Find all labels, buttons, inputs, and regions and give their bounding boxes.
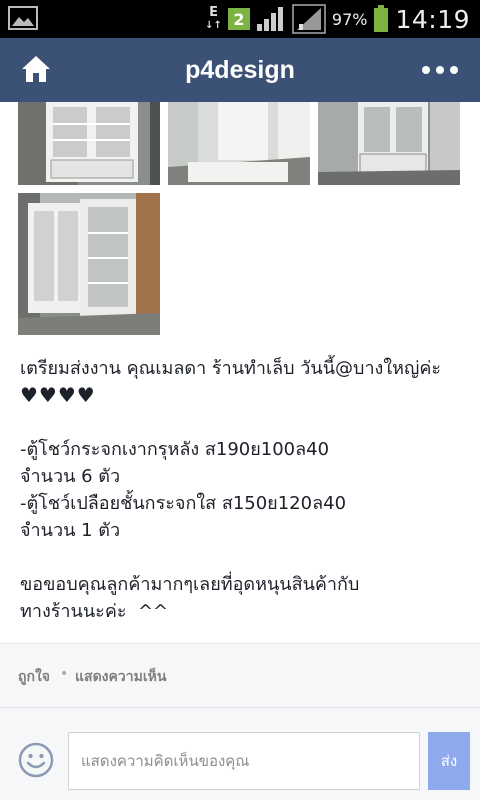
action-separator: •	[60, 666, 69, 682]
comment-composer: ส่ง	[0, 707, 480, 800]
battery-icon	[374, 5, 389, 32]
hearts-line: ♥♥♥♥	[20, 383, 96, 407]
status-bar: E ↓↑ 2 97% 14:19	[0, 0, 480, 38]
post-actions-bar: ถูกใจ • แสดงความเห็น	[0, 643, 480, 707]
page-title: p4design	[185, 56, 295, 84]
photo-3[interactable]	[318, 102, 460, 185]
photo-1[interactable]	[18, 102, 160, 185]
more-dots-icon	[436, 66, 444, 74]
smiley-icon	[18, 742, 54, 778]
item-1-description: -ตู้โชว์กระจกเงากรุหลัง ส190ย100ล40	[20, 439, 330, 460]
more-options-button[interactable]	[422, 58, 458, 82]
more-dots-icon	[422, 66, 430, 74]
post-intro-line: เตรียมส่งงาน คุณเมลดา ร้านทำเล็บ วันนี้@…	[20, 358, 442, 379]
emoji-button[interactable]	[18, 742, 54, 778]
thanks-line-1: ขอขอบคุณลูกค้ามากๆเลยที่อุดหนุนสินค้ากับ	[20, 574, 360, 595]
signal-strength-icon	[256, 7, 283, 31]
signal-strength-icon-2	[292, 4, 326, 34]
comment-input[interactable]	[68, 732, 420, 790]
app-bar: p4design	[0, 38, 480, 102]
clock: 14:19	[395, 4, 470, 34]
item-2-description: -ตู้โชว์เปลือยชั้นกระจกใส ส150ย120ล40	[20, 493, 347, 514]
thanks-line-2: ทางร้านนะค่ะ ^^	[20, 601, 169, 622]
item-2-quantity: จำนวน 1 ตัว	[20, 520, 121, 541]
item-1-quantity: จำนวน 6 ตัว	[20, 466, 121, 487]
network-type-indicator: E ↓↑	[205, 5, 222, 31]
photo-2[interactable]	[168, 102, 310, 185]
photo-4[interactable]	[18, 193, 160, 335]
status-icons: E ↓↑ 2 97% 14:19	[205, 0, 470, 38]
battery-percent: 97%	[331, 9, 368, 29]
like-button[interactable]: ถูกใจ	[18, 666, 50, 688]
notification-count-badge: 2	[227, 8, 250, 30]
more-dots-icon	[450, 66, 458, 74]
gallery-notification-icon	[8, 6, 38, 34]
post-body: เตรียมส่งงาน คุณเมลดา ร้านทำเล็บ วันนี้@…	[20, 355, 466, 625]
comment-button[interactable]: แสดงความเห็น	[75, 666, 166, 688]
send-button[interactable]: ส่ง	[428, 732, 470, 790]
